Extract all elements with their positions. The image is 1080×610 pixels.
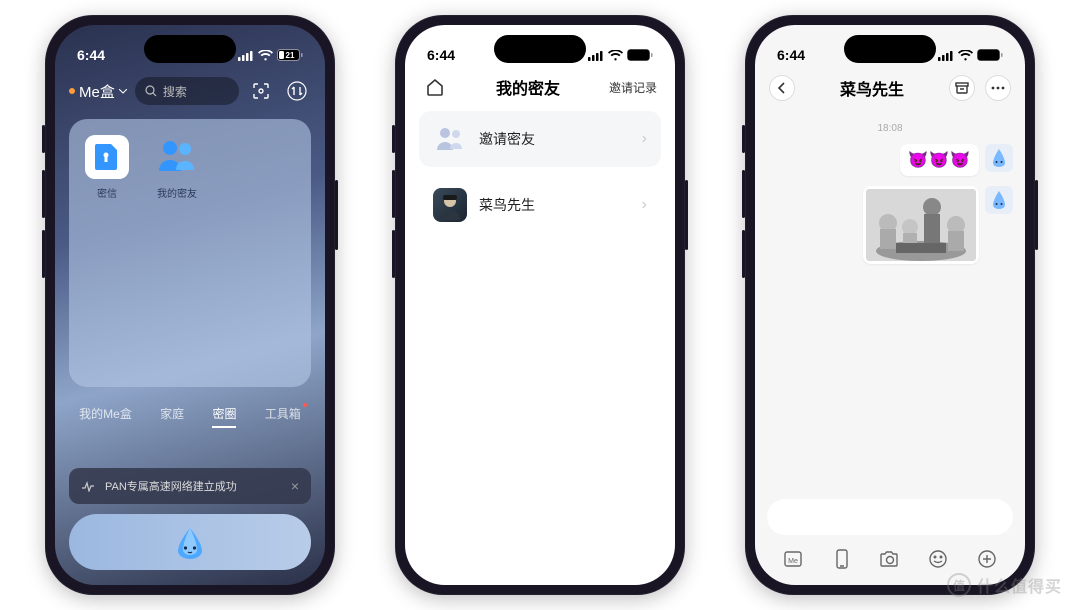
back-button[interactable] (769, 75, 795, 101)
page-title: 我的密友 (496, 75, 560, 99)
input-bar (755, 491, 1025, 539)
apps-card: 密信 我的密友 (69, 119, 311, 387)
tab-tools[interactable]: 工具箱 (265, 405, 301, 428)
camera-icon[interactable] (878, 547, 902, 571)
chevron-right-icon: › (642, 196, 647, 214)
app-label: 我的密友 (157, 185, 197, 200)
status-time: 6:44 (77, 47, 105, 63)
bottom-tabs: 我的Me盒 家庭 密圈 工具箱 (55, 391, 325, 438)
friend-row[interactable]: 菜鸟先生 › (419, 177, 661, 233)
message-emoji: 😈😈😈 (767, 144, 1013, 176)
brand-dropdown[interactable]: Me盒 (69, 81, 127, 102)
tab-circle[interactable]: 密圈 (212, 405, 236, 428)
phone-frame-3: 6:44 21 菜鸟先生 18:08 (745, 15, 1035, 595)
network-icon (81, 480, 95, 492)
message-bubble[interactable] (863, 186, 979, 264)
chat-image (866, 189, 976, 261)
plus-icon[interactable] (975, 547, 999, 571)
svg-text:21: 21 (637, 51, 646, 60)
app-label: 密信 (97, 185, 117, 200)
phone-frame-2: 6:44 21 我的密友 邀请记录 邀请密友 › (395, 15, 685, 595)
close-icon[interactable]: × (291, 478, 299, 494)
dynamic-island (494, 35, 586, 63)
chat-timestamp: 18:08 (767, 123, 1013, 134)
more-icon[interactable] (985, 75, 1011, 101)
archive-icon[interactable] (949, 75, 975, 101)
sort-icon[interactable] (283, 77, 311, 105)
row-label: 菜鸟先生 (479, 195, 535, 215)
friends-icon (155, 137, 199, 177)
search-input[interactable]: 搜索 (135, 77, 239, 105)
avatar-icon (985, 186, 1013, 214)
scan-icon[interactable] (247, 77, 275, 105)
lock-file-icon (94, 142, 120, 172)
app-mixin[interactable]: 密信 (85, 135, 129, 200)
message-image (767, 186, 1013, 264)
message-bubble[interactable]: 😈😈😈 (900, 144, 979, 176)
smile-icon[interactable] (926, 547, 950, 571)
toast-text: PAN专属高速网络建立成功 (105, 478, 237, 494)
watermark: 值 什么值得买 (947, 573, 1062, 597)
group-icon (435, 126, 465, 152)
avatar-icon (985, 144, 1013, 172)
me-icon[interactable]: Me (781, 547, 805, 571)
home-icon[interactable] (423, 75, 447, 99)
message-input[interactable] (767, 499, 1013, 535)
phone-icon[interactable] (830, 547, 854, 571)
badge-dot (303, 403, 307, 407)
dynamic-island (844, 35, 936, 63)
avatar-icon (433, 188, 467, 222)
app-friends[interactable]: 我的密友 (155, 135, 199, 200)
svg-text:21: 21 (987, 51, 996, 60)
status-time: 6:44 (427, 47, 455, 63)
tab-mebox[interactable]: 我的Me盒 (79, 405, 132, 428)
invite-log-link[interactable]: 邀请记录 (609, 79, 657, 96)
status-time: 6:44 (777, 47, 805, 63)
chat-title: 菜鸟先生 (840, 76, 904, 100)
search-icon (145, 85, 157, 97)
dynamic-island (144, 35, 236, 63)
phone-frame-1: 6:44 21 Me盒 搜索 (45, 15, 335, 595)
tab-family[interactable]: 家庭 (160, 405, 184, 428)
svg-text:Me: Me (788, 558, 798, 565)
svg-text:21: 21 (286, 51, 295, 60)
row-label: 邀请密友 (479, 129, 535, 149)
chevron-right-icon: › (642, 130, 647, 148)
invite-friend-row[interactable]: 邀请密友 › (419, 111, 661, 167)
network-toast: PAN专属高速网络建立成功 × (69, 468, 311, 504)
assistant-pill[interactable] (69, 514, 311, 570)
mascot-icon (172, 524, 208, 560)
